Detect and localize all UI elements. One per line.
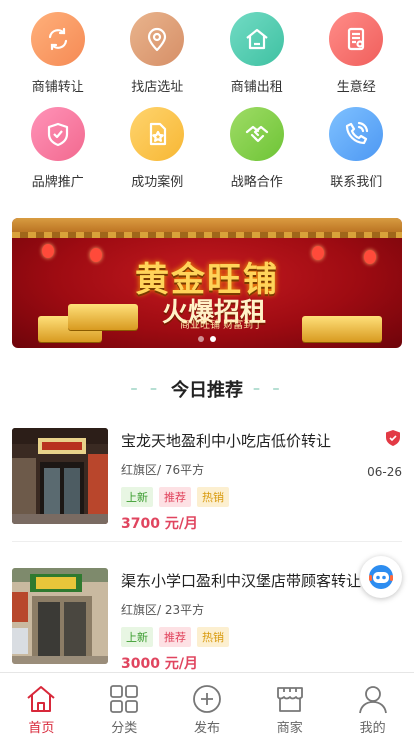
plus-circle-icon [193,685,221,713]
phone-icon [329,107,384,161]
tab-label: 商家 [276,721,303,736]
category-contact-us[interactable]: 联系我们 [309,107,403,190]
tag-hot: 热销 [197,487,229,507]
category-strategic-cooperation[interactable]: 战略合作 [210,107,304,190]
promo-banner[interactable]: 黄金旺铺 火爆招租 商业旺铺 财富到了 [12,218,402,348]
listing-title: 宝龙天地盈利中小吃店低价转让 [121,432,332,450]
location-pin-icon [130,12,185,66]
tab-label: 我的 [359,721,386,736]
tab-category[interactable]: 分类 [83,673,166,741]
banner-tagline: 商业旺铺 财富到了 [180,320,264,331]
tab-home[interactable]: 首页 [0,673,83,741]
carousel-dot-active[interactable] [210,336,216,342]
section-title: 今日推荐 [171,380,243,401]
tag-recommended: 推荐 [159,487,191,507]
listing-item[interactable]: 渠东小学口盈利中汉堡店带顾客转让 红旗区/ 23平方 上新 推荐 热销 3000… [12,556,402,682]
category-label: 商铺转让 [31,80,84,95]
tab-label: 发布 [193,721,220,736]
category-label: 商铺出租 [230,80,283,95]
category-label: 品牌推广 [31,175,84,190]
listing-tags: 上新 推荐 热销 [121,487,402,507]
section-decoration: – – [130,381,161,397]
category-label: 联系我们 [330,175,383,190]
category-label: 成功案例 [131,175,184,190]
tab-label: 首页 [28,721,55,736]
bottom-tab-bar: 首页 分类 发布 商家 我的 [0,672,414,741]
listing-title: 渠东小学口盈利中汉堡店带顾客转让 [121,572,362,590]
listing-price: 3700 元/月 [121,516,198,532]
listing-thumbnail [12,428,108,524]
user-icon [358,686,387,714]
category-find-location[interactable]: 找店选址 [110,12,204,95]
home-icon [27,686,56,712]
tab-publish[interactable]: 发布 [166,673,249,741]
listing-tags: 上新 推荐 热销 [121,627,402,647]
customer-service-robot-button[interactable] [360,556,402,598]
category-business-tips[interactable]: 生意经 [309,12,403,95]
listing-item[interactable]: 宝龙天地盈利中小吃店低价转让 红旗区/ 76平方 06-26 上新 推荐 热销 … [12,416,402,542]
star-document-icon [130,107,185,161]
listing-list: 宝龙天地盈利中小吃店低价转让 红旗区/ 76平方 06-26 上新 推荐 热销 … [12,416,402,682]
listing-thumbnail [12,568,108,664]
listing-price: 3000 元/月 [121,656,198,672]
tag-new: 上新 [121,627,153,647]
category-brand-promotion[interactable]: 品牌推广 [11,107,105,190]
carousel-dot[interactable] [198,336,204,342]
verified-shield-icon [386,430,400,446]
banner-trim-pattern [12,232,402,238]
tab-label: 分类 [111,721,138,736]
tag-recommended: 推荐 [159,627,191,647]
grid-icon [110,685,139,713]
carousel-indicator[interactable] [12,336,402,342]
category-shop-transfer[interactable]: 商铺转让 [11,12,105,95]
robot-icon [369,565,393,589]
page: 商铺转让 找店选址 商铺出租 生意经 品牌推广 成功案例 战略合作 联系我们 黄… [0,0,414,741]
gold-bars-decoration [68,304,138,330]
house-icon [229,12,284,66]
section-decoration: – – [253,381,284,397]
tag-hot: 热销 [197,627,229,647]
category-label: 战略合作 [230,175,283,190]
listing-meta: 红旗区/ 23平方 [121,603,205,617]
tab-mine[interactable]: 我的 [331,673,414,741]
category-success-cases[interactable]: 成功案例 [110,107,204,190]
tab-merchant[interactable]: 商家 [248,673,331,741]
category-label: 生意经 [336,80,376,95]
listing-info: 渠东小学口盈利中汉堡店带顾客转让 红旗区/ 23平方 上新 推荐 热销 3000… [121,568,402,681]
listing-date: 06-26 [367,465,402,479]
section-header: – – 今日推荐 – – [0,376,414,402]
category-grid: 商铺转让 找店选址 商铺出租 生意经 品牌推广 成功案例 战略合作 联系我们 [0,12,414,190]
listing-info: 宝龙天地盈利中小吃店低价转让 红旗区/ 76平方 06-26 上新 推荐 热销 … [121,428,402,541]
refresh-icon [30,12,85,66]
document-icon [329,12,384,66]
category-shop-rent[interactable]: 商铺出租 [210,12,304,95]
store-icon [276,687,303,712]
tag-new: 上新 [121,487,153,507]
listing-meta: 红旗区/ 76平方 [121,463,205,477]
category-label: 找店选址 [131,80,184,95]
handshake-icon [229,107,284,161]
shield-check-icon [30,107,85,161]
